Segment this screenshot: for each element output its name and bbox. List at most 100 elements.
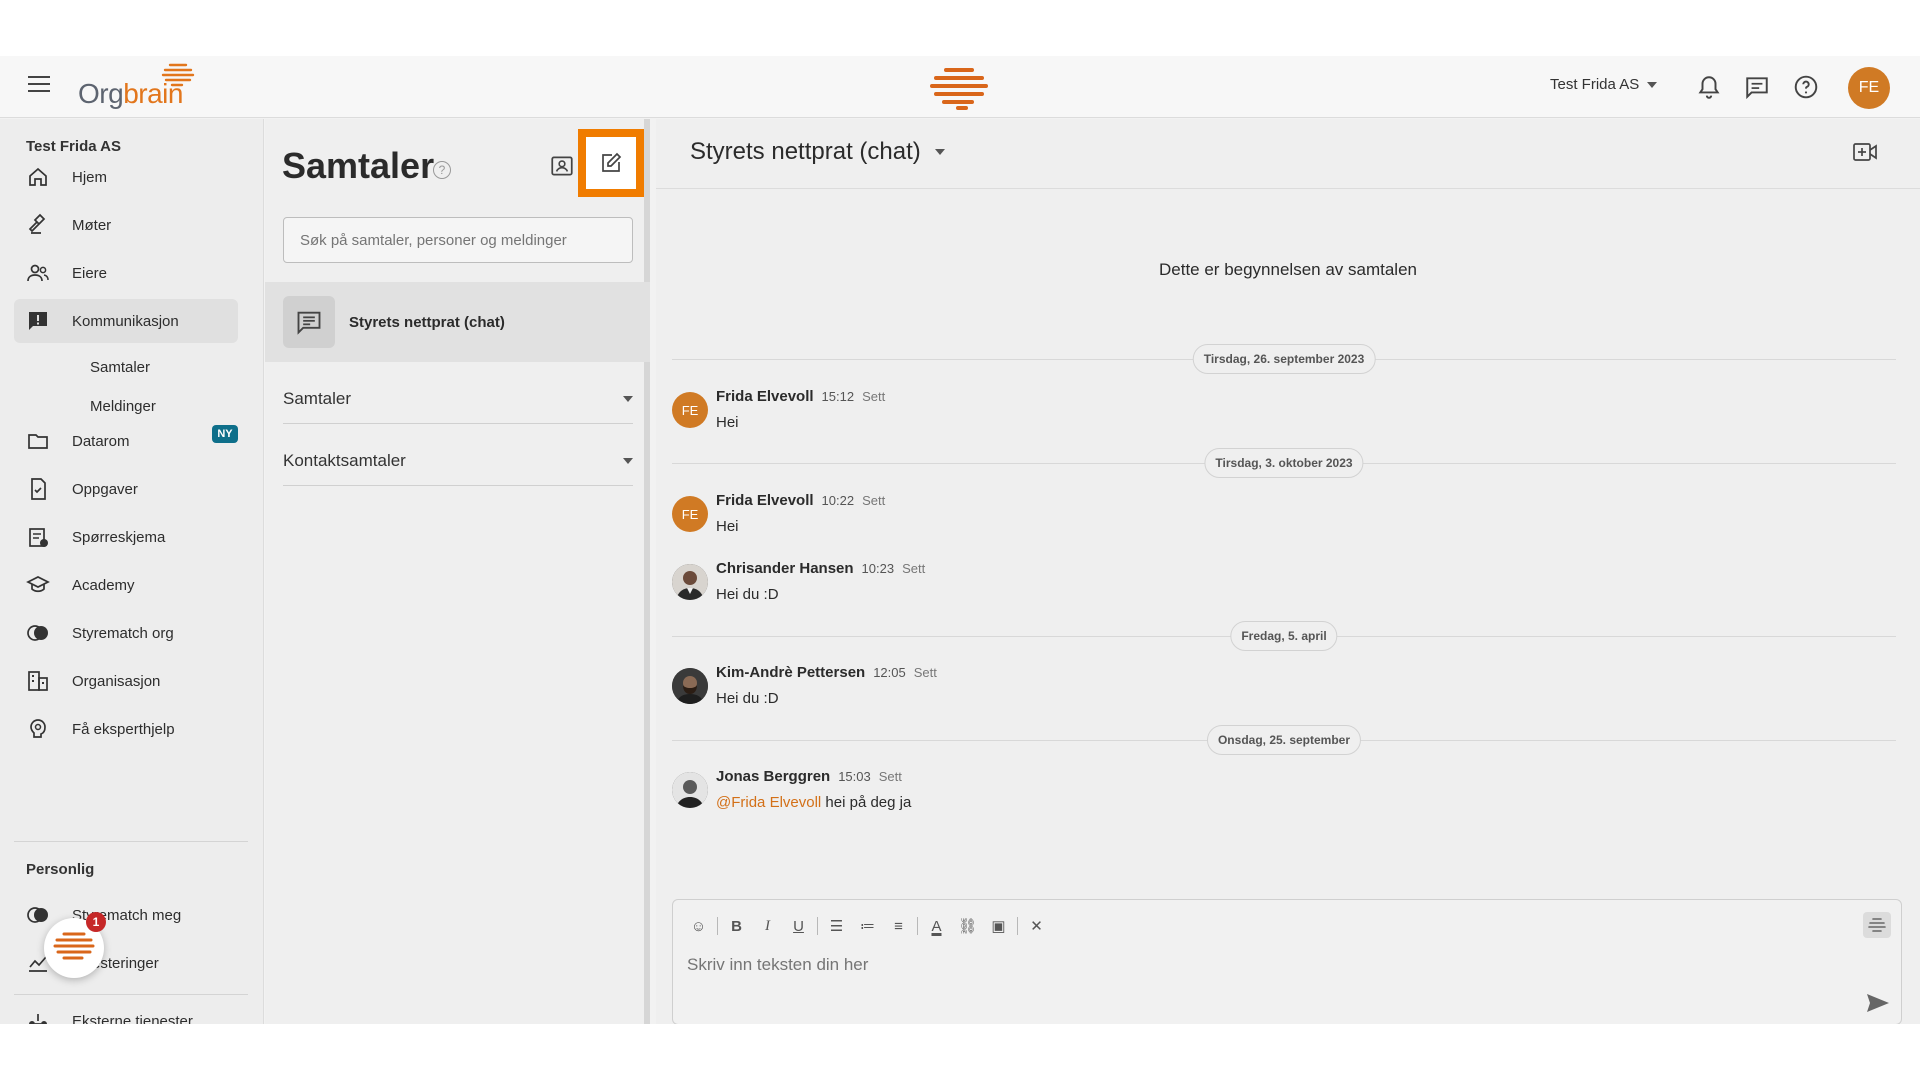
video-call-icon[interactable] <box>1852 141 1878 163</box>
message-author[interactable]: Chrisander Hansen <box>716 560 854 577</box>
message-text: Hei du :D <box>716 586 779 603</box>
sidebar-org-name: Test Frida AS <box>26 138 122 155</box>
avatar[interactable] <box>672 772 708 808</box>
message-time: 12:05 <box>873 665 906 680</box>
italic-icon[interactable]: I <box>752 914 783 938</box>
indent-icon[interactable]: ☰ <box>821 914 852 938</box>
user-avatar[interactable]: FE <box>1848 67 1890 109</box>
sidebar-item-eksterne-tjenester[interactable]: Eksterne tjenester <box>14 999 238 1024</box>
message-seen-status: Sett <box>913 665 937 680</box>
notification-count-badge: 1 <box>86 912 106 932</box>
chat-title-dropdown[interactable]: Styrets nettprat (chat) <box>690 138 945 166</box>
sidebar-item-styrematch-meg[interactable]: Styrematch meg <box>14 893 238 937</box>
conversation-name: Styrets nettprat (chat) <box>349 313 505 331</box>
org-selector[interactable]: Test Frida AS <box>1550 76 1658 93</box>
brain-icon <box>53 932 95 960</box>
clear-format-icon[interactable]: ✕ <box>1021 914 1052 938</box>
home-icon <box>29 167 47 186</box>
numbered-list-icon[interactable]: ≡ <box>883 914 914 938</box>
message-input[interactable] <box>687 952 1837 978</box>
message-time: 10:23 <box>861 561 895 576</box>
help-circle-icon[interactable]: ? <box>433 161 451 179</box>
external-services-icon <box>29 1014 47 1024</box>
sidebar-item-hjem[interactable]: Hjem <box>14 155 238 199</box>
school-icon <box>26 576 50 593</box>
link-icon[interactable]: ⛓ <box>952 914 983 938</box>
formatting-toolbar: ☺ B I U ☰ ≔ ≡ A ⛓ ▣ ✕ <box>683 914 1052 938</box>
toolbar-divider <box>717 917 718 935</box>
search-input[interactable] <box>283 217 633 263</box>
sidebar-subitem-samtaler[interactable]: Samtaler <box>90 359 150 376</box>
sidebar-item-label: Oppgaver <box>72 480 138 498</box>
sidebar-item-kommunikasjon[interactable]: Kommunikasjon <box>14 299 238 343</box>
page-title: Samtaler <box>282 145 435 186</box>
sidebar-item-oppgaver[interactable]: Oppgaver <box>14 467 238 511</box>
message-time: 10:22 <box>821 493 855 508</box>
bullet-list-icon[interactable]: ≔ <box>852 914 883 938</box>
sidebar-item-label: Få eksperthjelp <box>72 720 175 738</box>
org-selector-label: Test Frida AS <box>1550 76 1640 93</box>
message-author[interactable]: Frida Elvevoll <box>716 492 814 509</box>
sidebar-item-label: Hjem <box>72 168 108 186</box>
sidebar-item-label: Spørreskjema <box>72 528 166 546</box>
message-author[interactable]: Frida Elvevoll <box>716 388 814 405</box>
top-bar: Orgbrain Test Frida AS FE <box>0 56 1920 118</box>
conversations-panel: Samtaler ? Styrets nettprat (chat) Samta… <box>265 119 650 1024</box>
sidebar-item-label: Styrematch org <box>72 624 174 642</box>
emoji-icon[interactable]: ☺ <box>683 914 714 938</box>
sidebar-item-datarom[interactable]: Datarom <box>14 419 238 463</box>
sidebar-item-sporreskjema[interactable]: Spørreskjema <box>14 515 238 559</box>
chevron-down-icon <box>934 149 945 155</box>
sidebar-item-label: Academy <box>72 576 135 594</box>
contact-card-icon[interactable] <box>549 153 575 179</box>
message-author[interactable]: Jonas Berggren <box>716 768 830 785</box>
message-seen-status: Sett <box>902 561 926 576</box>
conversation-item-active[interactable]: Styrets nettprat (chat) <box>265 282 650 362</box>
sidebar-divider <box>14 994 248 995</box>
chevron-down-icon <box>1647 81 1658 88</box>
survey-icon <box>29 528 48 547</box>
avatar[interactable] <box>672 564 708 600</box>
chat-icon <box>283 296 335 348</box>
accordion-kontaktsamtaler[interactable]: Kontaktsamtaler <box>283 436 633 486</box>
date-divider: Tirsdag, 3. oktober 2023 <box>1204 448 1364 478</box>
sidebar-item-label: Kommunikasjon <box>72 312 179 330</box>
toolbar-divider <box>1017 917 1018 935</box>
bold-icon[interactable]: B <box>721 914 752 938</box>
accordion-samtaler[interactable]: Samtaler <box>283 374 633 424</box>
avatar[interactable] <box>672 668 708 704</box>
ai-assistant-button[interactable] <box>1863 912 1891 938</box>
chat-panel: Styrets nettprat (chat) Dette er begynne… <box>656 119 1920 1024</box>
chat-icon[interactable] <box>1744 74 1770 100</box>
bottom-margin <box>0 1024 1920 1080</box>
user-mention[interactable]: @Frida Elvevoll <box>716 794 821 811</box>
match-icon <box>27 907 48 923</box>
edit-icon <box>602 152 622 172</box>
message-seen-status: Sett <box>862 389 886 404</box>
avatar[interactable]: FE <box>672 392 708 428</box>
sidebar-subitem-meldinger[interactable]: Meldinger <box>90 398 156 415</box>
sidebar-item-eksperthjelp[interactable]: Få eksperthjelp <box>14 707 238 751</box>
message-author[interactable]: Kim-Andrè Pettersen <box>716 664 865 681</box>
send-icon[interactable] <box>1865 992 1891 1014</box>
toolbar-divider <box>817 917 818 935</box>
message-time: 15:03 <box>838 769 871 784</box>
message-time: 15:12 <box>821 389 855 404</box>
avatar[interactable]: FE <box>672 496 708 532</box>
menu-icon[interactable] <box>28 76 50 94</box>
help-icon[interactable] <box>1793 74 1819 100</box>
sidebar-item-moter[interactable]: Møter <box>14 203 238 247</box>
underline-icon[interactable]: U <box>783 914 814 938</box>
sidebar-item-styrematch-org[interactable]: Styrematch org <box>14 611 238 655</box>
message-composer: ☺ B I U ☰ ≔ ≡ A ⛓ ▣ ✕ <box>672 899 1902 1024</box>
sidebar-item-organisasjon[interactable]: Organisasjon <box>14 659 238 703</box>
new-conversation-button[interactable] <box>586 137 636 189</box>
sidebar-item-eiere[interactable]: Eiere <box>14 251 238 295</box>
orgbrain-logo[interactable]: Orgbrain <box>78 63 195 110</box>
image-icon[interactable]: ▣ <box>983 914 1014 938</box>
toolbar-divider <box>917 917 918 935</box>
sidebar-item-academy[interactable]: Academy <box>14 563 238 607</box>
text-color-icon[interactable]: A <box>921 914 952 938</box>
bell-icon[interactable] <box>1696 74 1722 100</box>
accordion-label: Samtaler <box>283 388 352 408</box>
